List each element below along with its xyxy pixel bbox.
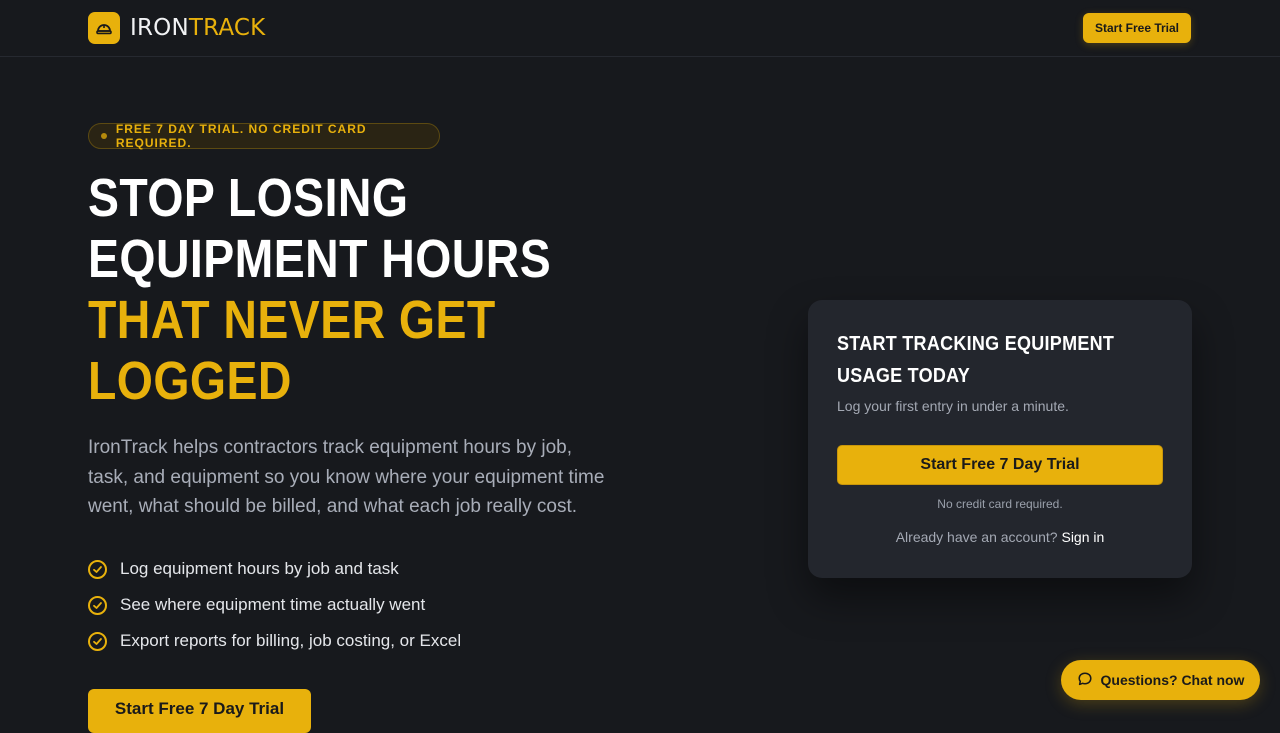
top-nav: IRONTRACK Start Free Trial <box>0 0 1280 57</box>
chat-label: Questions? Chat now <box>1100 672 1245 688</box>
headline-line-3: THAT NEVER GET <box>88 290 496 350</box>
card-start-trial-button[interactable]: Start Free 7 Day Trial <box>837 445 1163 485</box>
signin-link[interactable]: Sign in <box>1061 529 1104 545</box>
brand-logo[interactable]: IRONTRACK <box>88 12 265 44</box>
trial-badge: FREE 7 DAY TRIAL. NO CREDIT CARD REQUIRE… <box>88 122 440 150</box>
hero-description: IronTrack helps contractors track equipm… <box>88 437 605 517</box>
feature-item: Log equipment hours by job and task <box>88 551 461 587</box>
hero-headline: STOP LOSING EQUIPMENT HOURS THAT NEVER G… <box>88 168 570 412</box>
check-circle-icon <box>88 631 107 651</box>
feature-list: Log equipment hours by job and task See … <box>88 551 461 659</box>
headline-line-1: STOP LOSING <box>88 168 409 228</box>
headline-line-2: EQUIPMENT HOURS <box>88 229 552 289</box>
chat-bubble-icon <box>1077 671 1093 690</box>
signin-row: Already have an account? Sign in <box>808 529 1192 545</box>
feature-text: See where equipment time actually went <box>120 595 426 614</box>
badge-dot-icon <box>101 133 107 139</box>
start-free-trial-button[interactable]: Start Free Trial <box>1083 13 1191 43</box>
card-subtitle: Log your first entry in under a minute. <box>837 398 1069 414</box>
check-circle-icon <box>88 595 107 615</box>
signup-card: START TRACKING EQUIPMENT USAGE TODAY Log… <box>808 300 1192 578</box>
check-circle-icon <box>88 559 107 579</box>
chat-now-button[interactable]: Questions? Chat now <box>1061 660 1260 700</box>
no-credit-card-note: No credit card required. <box>937 497 1063 511</box>
trial-badge-text: FREE 7 DAY TRIAL. NO CREDIT CARD REQUIRE… <box>115 122 367 150</box>
brand-name-iron: IRON <box>130 15 189 41</box>
hard-hat-icon <box>88 12 120 44</box>
hero-start-trial-button[interactable]: Start Free 7 Day Trial <box>88 689 311 733</box>
feature-text: Export reports for billing, job costing,… <box>120 631 462 650</box>
feature-item: Export reports for billing, job costing,… <box>88 623 461 659</box>
signin-prompt: Already have an account? <box>895 529 1058 545</box>
headline-line-4: LOGGED <box>88 351 292 411</box>
card-title: START TRACKING EQUIPMENT USAGE TODAY <box>837 333 1115 387</box>
feature-text: Log equipment hours by job and task <box>120 559 399 578</box>
brand-name-track: TRACK <box>188 15 266 41</box>
brand-name: IRONTRACK <box>130 15 265 41</box>
feature-item: See where equipment time actually went <box>88 587 461 623</box>
